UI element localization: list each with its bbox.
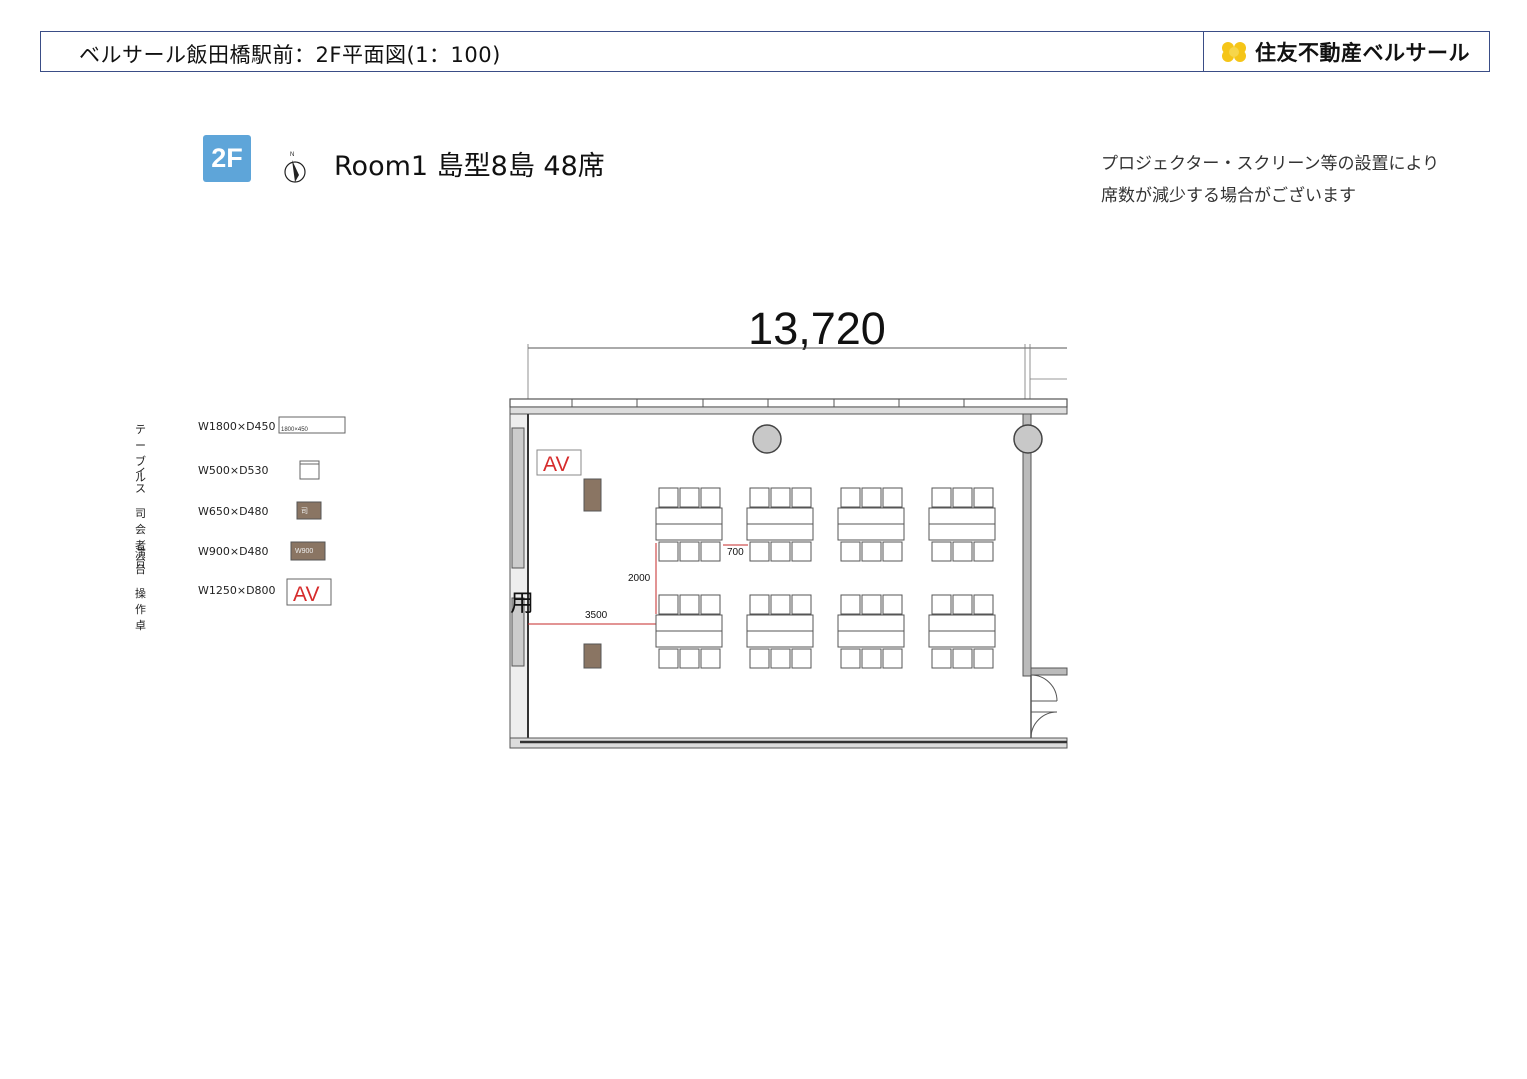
seating-islands (655, 487, 996, 669)
island-3 (837, 487, 905, 562)
window-wall (509, 398, 1068, 415)
column-right (1013, 424, 1043, 454)
island-7 (837, 594, 905, 669)
island-1 (655, 487, 723, 562)
dim-vertical-label: 2000 (628, 573, 651, 584)
island-4 (928, 487, 996, 562)
right-wall (1022, 413, 1068, 739)
av-console-label: AV (543, 453, 569, 476)
side-glyph: 用 (510, 590, 534, 617)
dim-row-gap-label: 700 (727, 547, 744, 558)
bottom-wall (509, 737, 1068, 749)
dim-horizontal-label: 3500 (585, 610, 608, 621)
island-5 (655, 594, 723, 669)
island-6 (746, 594, 814, 669)
floor-plan: 13,720 用 AV 700 2000 3500 (509, 303, 1068, 749)
podium-bottom (583, 643, 602, 669)
column-center (752, 424, 782, 454)
island-2 (746, 487, 814, 562)
podium-top (583, 478, 602, 512)
island-8 (928, 594, 996, 669)
left-partition-wall: 用 (509, 413, 534, 749)
overall-width-label: 13,720 (748, 303, 886, 354)
